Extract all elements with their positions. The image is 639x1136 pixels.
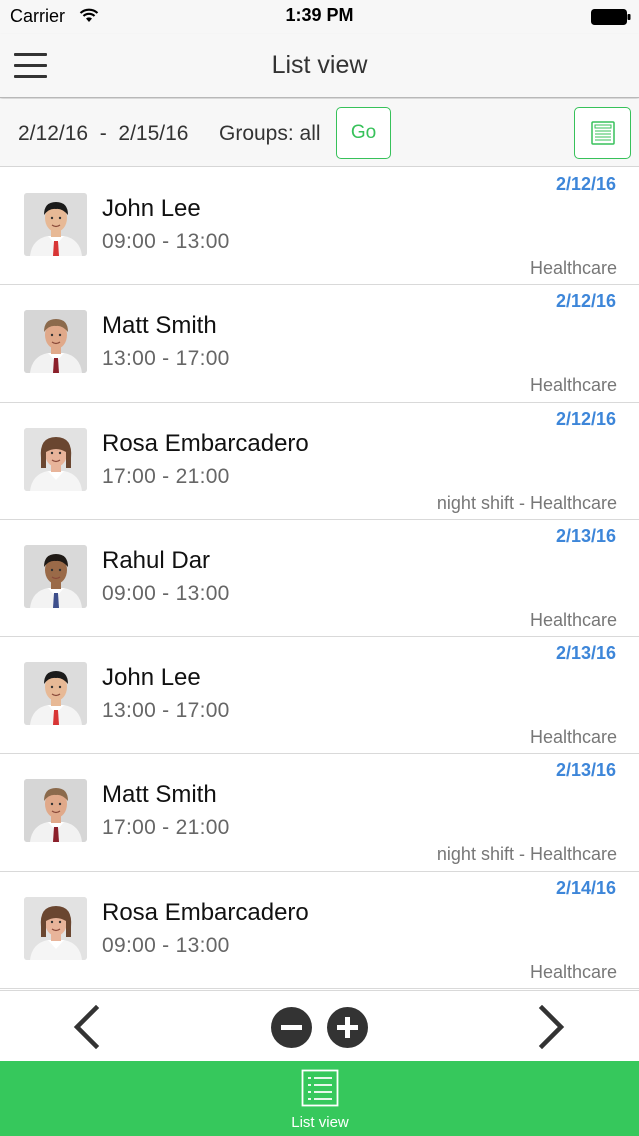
employee-name: John Lee	[102, 195, 201, 222]
shift-group: Healthcare	[529, 375, 617, 396]
page-title: List view	[271, 51, 368, 79]
shift-group: Healthcare	[529, 609, 617, 630]
avatar	[24, 193, 87, 256]
shift-group: Healthcare	[529, 961, 617, 982]
list-document-icon	[591, 121, 615, 145]
chevron-left-icon[interactable]	[70, 1005, 102, 1049]
export-button[interactable]	[574, 107, 631, 159]
employee-name: Matt Smith	[102, 312, 217, 340]
status-bar: Carrier 1:39 PM	[0, 0, 639, 34]
shift-time: 13:00 - 17:00	[102, 699, 230, 723]
list-view-icon	[301, 1069, 339, 1107]
plus-circle-icon	[337, 1017, 358, 1038]
zoom-in-button[interactable]	[327, 1007, 368, 1048]
shift-time: 09:00 - 13:00	[102, 933, 230, 957]
avatar	[24, 662, 87, 726]
avatar	[24, 310, 87, 374]
employee-name: Rosa Embarcadero	[102, 898, 309, 926]
shift-date: 2/13/16	[555, 760, 616, 781]
go-button[interactable]: Go	[336, 107, 391, 159]
shift-time: 17:00 - 21:00	[102, 816, 230, 840]
tab-bar: List view	[0, 1061, 639, 1136]
shift-time: 09:00 - 13:00	[102, 581, 230, 605]
shift-row[interactable]: Rahul Dar 09:00 - 13:00 2/13/16 Healthca…	[0, 519, 639, 638]
avatar	[24, 427, 87, 491]
shift-row[interactable]: John Lee 09:00 - 13:00 2/12/16 Healthcar…	[0, 168, 639, 286]
date-range[interactable]: 2/12/16 - 2/15/16	[18, 122, 188, 146]
battery-icon	[591, 9, 631, 25]
shift-group: night shift - Healthcare	[436, 844, 617, 865]
tab-list-view[interactable]: List view	[270, 1061, 370, 1136]
employee-name: John Lee	[102, 664, 201, 692]
shift-group: Healthcare	[529, 258, 617, 278]
avatar	[24, 779, 87, 843]
navigation-bar: List view	[0, 34, 639, 98]
shift-time: 09:00 - 13:00	[102, 230, 230, 253]
shift-row[interactable]: Rosa Embarcadero 09:00 - 13:00 2/14/16 H…	[0, 871, 639, 990]
shift-date: 2/12/16	[555, 174, 616, 194]
shift-list[interactable]: John Lee 09:00 - 13:00 2/12/16 Healthcar…	[0, 168, 639, 990]
chevron-right-icon[interactable]	[536, 1005, 568, 1049]
shift-row[interactable]: Matt Smith 13:00 - 17:00 2/12/16 Healthc…	[0, 285, 639, 403]
shift-date: 2/13/16	[555, 525, 616, 546]
shift-time: 17:00 - 21:00	[102, 464, 230, 488]
filter-bar: 2/12/16 - 2/15/16 Groups: all Go	[0, 99, 639, 167]
zoom-out-button[interactable]	[271, 1007, 312, 1048]
employee-name: Rahul Dar	[102, 546, 211, 574]
shift-row[interactable]: Matt Smith 17:00 - 21:00 2/13/16 night s…	[0, 754, 639, 872]
minus-circle-icon	[281, 1025, 302, 1030]
avatar	[24, 544, 87, 608]
shift-group: Healthcare	[529, 727, 617, 748]
shift-time: 13:00 - 17:00	[102, 347, 230, 371]
shift-row[interactable]: John Lee 13:00 - 17:00 2/13/16 Healthcar…	[0, 637, 639, 755]
shift-date: 2/14/16	[555, 877, 616, 898]
groups-filter[interactable]: Groups: all	[219, 122, 321, 146]
pagination-bar	[0, 990, 639, 1062]
employee-name: Matt Smith	[102, 781, 217, 809]
shift-date: 2/12/16	[555, 291, 616, 312]
shift-group: night shift - Healthcare	[436, 492, 617, 513]
shift-row[interactable]: Rosa Embarcadero 17:00 - 21:00 2/12/16 n…	[0, 402, 639, 520]
avatar	[24, 896, 87, 960]
shift-date: 2/13/16	[555, 643, 616, 664]
employee-name: Rosa Embarcadero	[102, 429, 309, 457]
status-time: 1:39 PM	[285, 5, 354, 25]
tab-label: List view	[291, 1114, 349, 1131]
shift-date: 2/12/16	[555, 408, 616, 429]
